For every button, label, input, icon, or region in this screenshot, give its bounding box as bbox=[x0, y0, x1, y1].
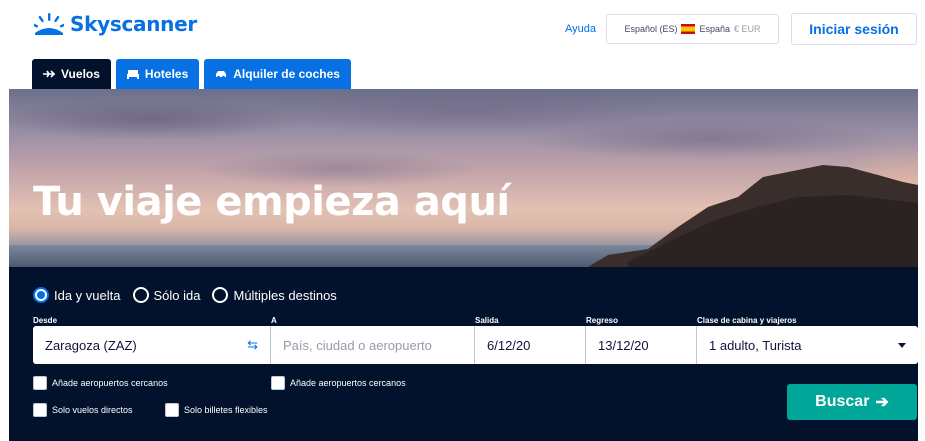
radio-button[interactable] bbox=[132, 287, 149, 303]
destination-placeholder: País, ciudad o aeropuerto bbox=[283, 337, 432, 353]
hero-title: Tu viaje empieza aquí bbox=[33, 179, 510, 225]
trip-type-selector: Ida y vuelta Sólo ida Múltiples destinos bbox=[33, 287, 337, 303]
trip-type-one-way-label: Sólo ida bbox=[153, 287, 201, 303]
nearby-airports-origin-checkbox[interactable]: Añade aeropuertos cercanos bbox=[33, 376, 168, 390]
trip-type-multi-city-label: Múltiples destinos bbox=[233, 287, 337, 303]
chevron-down-icon bbox=[898, 342, 906, 348]
nearby-airports-origin-label: Añade aeropuertos cercanos bbox=[52, 378, 168, 388]
plane-icon bbox=[43, 70, 55, 78]
direct-flights-checkbox[interactable]: Solo vuelos directos bbox=[33, 403, 133, 417]
cliff-silhouette bbox=[588, 165, 918, 267]
tab-car-hire-label: Alquiler de coches bbox=[233, 67, 340, 81]
radio-button[interactable] bbox=[33, 287, 49, 303]
skyscanner-logo[interactable]: Skyscanner bbox=[34, 12, 197, 36]
language-label: Español (ES) bbox=[624, 24, 678, 34]
login-button[interactable]: Iniciar sesión bbox=[791, 13, 917, 45]
origin-input[interactable]: Zaragoza (ZAZ) ⇆ bbox=[33, 326, 271, 364]
flexible-tickets-label: Solo billetes flexibles bbox=[184, 405, 268, 415]
hero-banner: Tu viaje empieza aquí bbox=[9, 89, 918, 267]
tab-hotels-label: Hoteles bbox=[144, 67, 189, 81]
destination-input[interactable]: País, ciudad o aeropuerto bbox=[271, 326, 475, 364]
locale-selector-button[interactable]: Español (ES) España € EUR bbox=[606, 14, 779, 44]
depart-label: Salida bbox=[475, 316, 499, 325]
arrow-right-icon: ➔ bbox=[875, 394, 889, 411]
checkbox[interactable] bbox=[271, 376, 285, 390]
checkbox[interactable] bbox=[33, 376, 47, 390]
cabin-travellers-value: 1 adulto, Turista bbox=[709, 337, 802, 353]
car-icon bbox=[216, 71, 227, 79]
sunrise-logo-icon bbox=[34, 13, 64, 35]
checkbox[interactable] bbox=[165, 403, 179, 417]
tab-hotels[interactable]: Hoteles bbox=[115, 59, 200, 89]
bed-icon bbox=[126, 70, 139, 79]
return-label: Regreso bbox=[586, 316, 619, 325]
product-tabs: Vuelos Hoteles Alquiler de coches bbox=[32, 59, 351, 89]
direct-flights-label: Solo vuelos directos bbox=[52, 405, 133, 415]
swap-icon[interactable]: ⇆ bbox=[247, 337, 258, 353]
currency-label: € EUR bbox=[734, 24, 761, 34]
depart-date-field[interactable]: 6/12/20 bbox=[475, 326, 586, 364]
cabin-travellers-select[interactable]: 1 adulto, Turista bbox=[697, 326, 918, 364]
depart-date-value: 6/12/20 bbox=[487, 337, 531, 353]
tab-flights[interactable]: Vuelos bbox=[32, 59, 111, 89]
from-label: Desde bbox=[33, 316, 58, 325]
country-label: España bbox=[699, 24, 731, 34]
return-date-value: 13/12/20 bbox=[598, 337, 649, 353]
to-label: A bbox=[271, 316, 277, 325]
nearby-airports-destination-checkbox[interactable]: Añade aeropuertos cercanos bbox=[271, 376, 406, 390]
tab-car-hire[interactable]: Alquiler de coches bbox=[204, 59, 351, 89]
checkbox[interactable] bbox=[33, 403, 47, 417]
flexible-tickets-checkbox[interactable]: Solo billetes flexibles bbox=[165, 403, 268, 417]
trip-type-return[interactable]: Ida y vuelta bbox=[33, 287, 121, 303]
logo-text: Skyscanner bbox=[70, 12, 197, 36]
trip-type-one-way[interactable]: Sólo ida bbox=[132, 287, 201, 303]
top-header: Skyscanner Ayuda Español (ES) España € E… bbox=[0, 0, 925, 58]
trip-type-return-label: Ida y vuelta bbox=[54, 287, 121, 303]
trip-type-multi-city[interactable]: Múltiples destinos bbox=[212, 287, 337, 303]
search-button-label: Buscar bbox=[815, 393, 870, 410]
radio-button[interactable] bbox=[212, 287, 229, 303]
search-button[interactable]: Buscar ➔ bbox=[787, 384, 917, 420]
return-date-field[interactable]: 13/12/20 bbox=[586, 326, 697, 364]
tab-flights-label: Vuelos bbox=[61, 67, 100, 81]
origin-value: Zaragoza (ZAZ) bbox=[45, 337, 137, 353]
spain-flag-icon bbox=[681, 24, 696, 34]
flight-search-panel: Ida y vuelta Sólo ida Múltiples destinos… bbox=[9, 267, 918, 441]
help-link[interactable]: Ayuda bbox=[565, 23, 596, 35]
cabin-label: Clase de cabina y viajeros bbox=[697, 316, 797, 325]
search-fields: Zaragoza (ZAZ) ⇆ País, ciudad o aeropuer… bbox=[33, 326, 918, 364]
nearby-airports-destination-label: Añade aeropuertos cercanos bbox=[290, 378, 406, 388]
